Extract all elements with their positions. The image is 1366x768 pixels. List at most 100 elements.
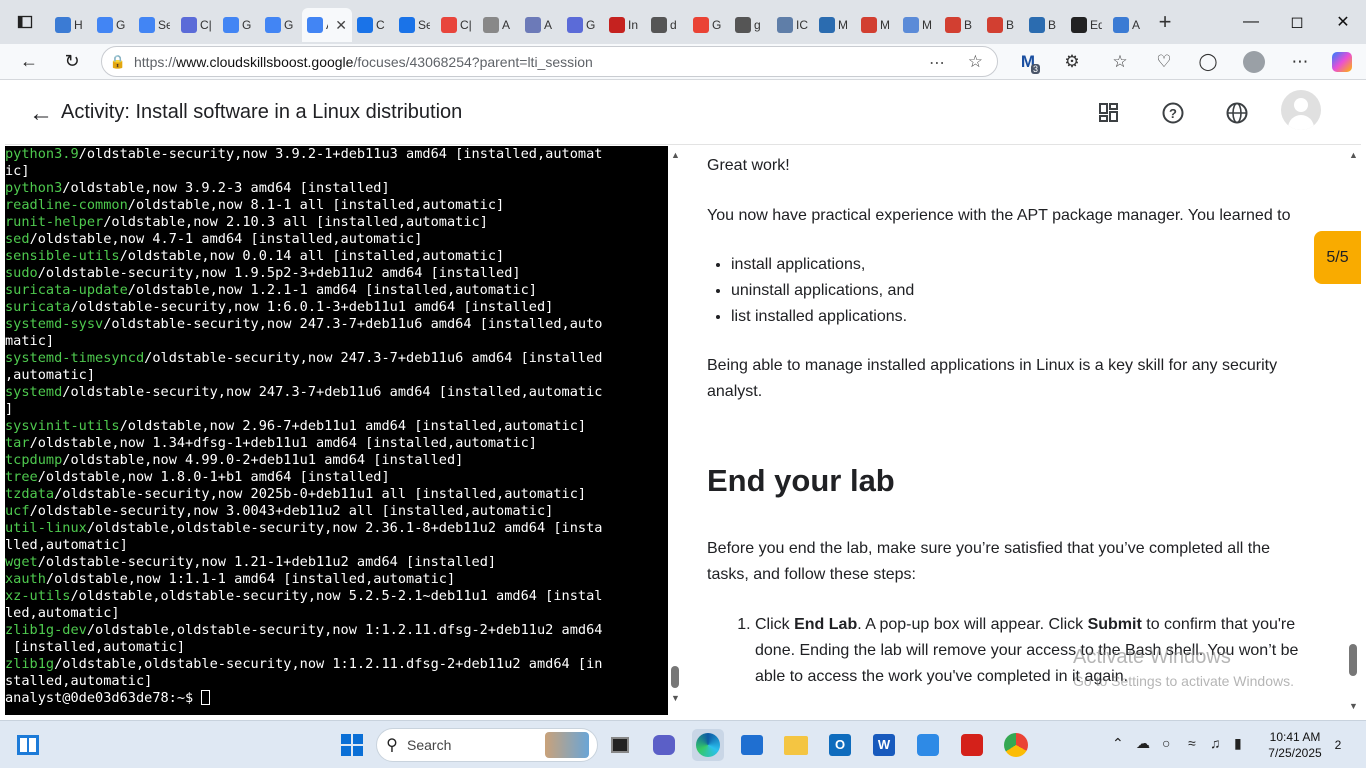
package-name: readline-common <box>5 197 128 213</box>
copilot-icon[interactable] <box>1322 44 1362 80</box>
browser-tab[interactable]: M <box>898 8 940 42</box>
back-button[interactable]: ← <box>9 44 49 80</box>
widgets-button[interactable] <box>12 729 44 761</box>
acrobat-icon[interactable] <box>956 729 988 761</box>
terminal-scrollbar[interactable]: ▲ ▼ <box>668 146 683 715</box>
browser-tab[interactable]: d <box>646 8 688 42</box>
close-tab-icon[interactable]: ✕ <box>335 17 347 34</box>
volume-icon[interactable]: ♫ <box>1210 735 1221 751</box>
browser-tab[interactable]: H <box>50 8 92 42</box>
browser-tab[interactable]: C| <box>176 8 218 42</box>
browser-tab[interactable]: G <box>260 8 302 42</box>
word-icon[interactable]: W <box>868 729 900 761</box>
read-aloud-icon[interactable]: ⋯ <box>929 53 945 73</box>
chrome-icon[interactable] <box>1000 729 1032 761</box>
browser-essentials-icon[interactable]: ♡ <box>1144 44 1184 80</box>
browser-tab[interactable]: B <box>940 8 982 42</box>
instructions-scroll-thumb[interactable] <box>1349 644 1357 676</box>
browser-tab[interactable]: In <box>604 8 646 42</box>
back-arrow-icon[interactable]: ← <box>29 100 53 128</box>
tab-favicon-icon <box>441 17 457 33</box>
extension-m-button[interactable]: M 3 <box>1008 44 1048 80</box>
browser-tab[interactable]: IC <box>772 8 814 42</box>
microsoft-store-icon[interactable] <box>736 729 768 761</box>
package-details: /oldstable,now 2.96-7+deb11u1 amd64 [ins… <box>119 418 587 434</box>
browser-tab[interactable]: A <box>1108 8 1150 42</box>
shield-icon[interactable]: ◯ <box>1188 44 1228 80</box>
terminal-scroll-thumb[interactable] <box>671 666 679 688</box>
close-window-button[interactable]: ✕ <box>1320 0 1366 44</box>
browser-tab[interactable]: C <box>352 8 394 42</box>
maximize-button[interactable]: ◻ <box>1274 0 1320 44</box>
minimize-button[interactable]: — <box>1228 0 1274 44</box>
onedrive-cloud-icon[interactable]: ☁ <box>1136 735 1150 752</box>
scroll-up-arrow-icon[interactable]: ▲ <box>1349 150 1358 160</box>
battery-icon[interactable]: ▮ <box>1234 735 1242 752</box>
taskbar-clock[interactable]: 10:41 AM 7/25/2025 <box>1262 729 1328 761</box>
tab-favicon-icon <box>609 17 625 33</box>
tab-title: M <box>838 18 848 32</box>
network-alert-icon[interactable]: ○ <box>1162 735 1170 751</box>
browser-tab[interactable]: Ed <box>1066 8 1108 42</box>
tab-title: B <box>1048 18 1057 32</box>
tray-chevron-icon[interactable]: ⌃ <box>1112 735 1124 752</box>
page-header: ← Activity: Install software in a Linux … <box>5 80 1361 145</box>
reload-button[interactable]: ↻ <box>52 44 92 80</box>
tab-title: M <box>922 18 932 32</box>
instructions-panel[interactable]: Great work! You now have practical exper… <box>683 146 1346 715</box>
browser-tab[interactable]: A <box>520 8 562 42</box>
scroll-down-arrow-icon[interactable]: ▼ <box>671 693 680 703</box>
browser-tab[interactable]: C| <box>436 8 478 42</box>
teams-chat-icon[interactable] <box>648 729 680 761</box>
terminal-prompt-line[interactable]: analyst@0de03d63de78:~$ <box>5 690 668 707</box>
browser-tab[interactable]: G <box>92 8 134 42</box>
settings-more-icon[interactable]: ⋯ <box>1280 44 1320 80</box>
terminal-line: ic] <box>5 163 668 180</box>
favorites-icon[interactable]: ☆ <box>1100 44 1140 80</box>
terminal-line: systemd/oldstable-security,now 247.3-7+d… <box>5 384 668 401</box>
browser-tab[interactable]: M <box>856 8 898 42</box>
browser-tab[interactable]: G <box>218 8 260 42</box>
end-lab-label: End Lab <box>794 616 858 633</box>
scroll-down-arrow-icon[interactable]: ▼ <box>1349 701 1358 711</box>
package-details: /oldstable,now 1.34+dfsg-1+deb11u1 amd64… <box>29 435 537 451</box>
browser-tab[interactable]: g <box>730 8 772 42</box>
edge-browser-icon[interactable] <box>692 729 724 761</box>
task-view-icon[interactable] <box>604 729 636 761</box>
wifi-icon[interactable]: ≈ <box>1188 735 1196 751</box>
browser-tab[interactable]: Se <box>394 8 436 42</box>
browser-tab[interactable]: G <box>562 8 604 42</box>
browser-tab[interactable]: G <box>688 8 730 42</box>
start-windows-icon[interactable] <box>336 729 368 761</box>
scroll-up-arrow-icon[interactable]: ▲ <box>671 150 680 160</box>
browser-tab[interactable]: Se <box>134 8 176 42</box>
terminal-line: tar/oldstable,now 1.34+dfsg-1+deb11u1 am… <box>5 435 668 452</box>
profile-icon[interactable] <box>1234 44 1274 80</box>
browser-tab[interactable]: B <box>1024 8 1066 42</box>
tab-favicon-icon <box>307 17 323 33</box>
user-avatar[interactable] <box>1281 90 1321 130</box>
notification-count[interactable]: 2 <box>1330 737 1346 753</box>
dashboard-icon[interactable] <box>1094 98 1124 128</box>
file-explorer-icon[interactable] <box>780 729 812 761</box>
snipping-tool-icon[interactable] <box>912 729 944 761</box>
taskbar-search[interactable]: ⚲ Search <box>376 728 598 762</box>
language-globe-icon[interactable] <box>1222 98 1252 128</box>
new-tab-button[interactable]: + <box>1150 9 1180 35</box>
outlook-icon[interactable]: O <box>824 729 856 761</box>
terminal-output[interactable]: python3.9/oldstable-security,now 3.9.2-1… <box>5 146 668 715</box>
browser-tab[interactable]: M <box>814 8 856 42</box>
browser-tab[interactable]: B <box>982 8 1024 42</box>
favorite-star-icon[interactable]: ☆ <box>968 52 983 72</box>
browser-tab[interactable]: A <box>478 8 520 42</box>
extensions-puzzle-icon[interactable]: ⚙ <box>1052 44 1092 80</box>
tab-title: G <box>586 18 596 32</box>
svg-text:?: ? <box>1169 106 1177 121</box>
address-bar[interactable]: 🔒 https://www.cloudskillsboost.google/fo… <box>101 46 998 77</box>
help-icon[interactable]: ? <box>1158 98 1188 128</box>
browser-tab[interactable]: A✕ <box>302 8 352 42</box>
tab-actions-icon <box>17 15 33 29</box>
tab-actions-button[interactable] <box>0 0 50 44</box>
task-progress-badge[interactable]: 5/5 <box>1314 231 1361 284</box>
avatar-body <box>1288 115 1314 130</box>
